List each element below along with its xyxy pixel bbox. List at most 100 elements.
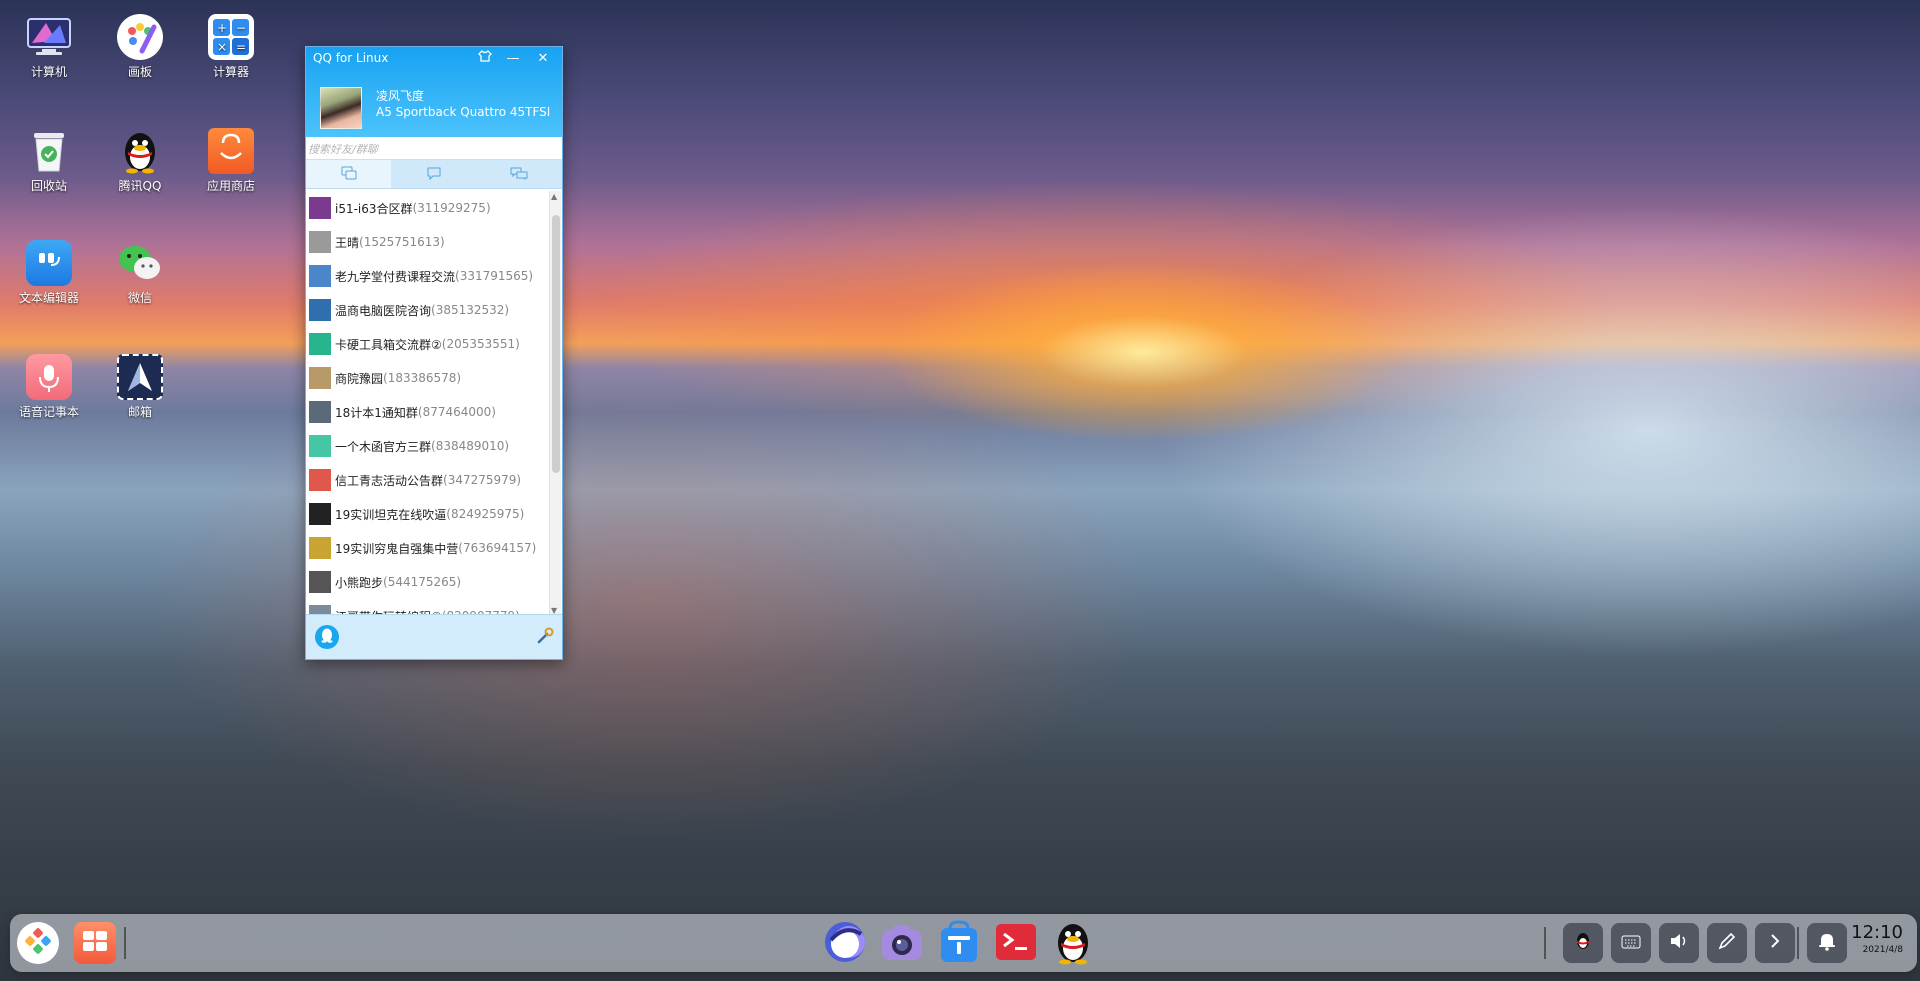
taskbar-app-store[interactable]: [936, 920, 982, 968]
qq-menu-button[interactable]: [315, 625, 339, 649]
group-avatar-icon: [309, 231, 331, 253]
bell-icon: [1818, 931, 1836, 955]
group-list-item[interactable]: i51-i63合区群 (311929275): [306, 191, 550, 225]
qq-penguin-icon: [117, 128, 163, 174]
group-list-item[interactable]: 18计本1通知群 (877464000): [306, 395, 550, 429]
clock[interactable]: 12:10 2021/4/8: [1851, 922, 1903, 956]
desktop-icon-label: 邮箱: [127, 405, 152, 419]
group-avatar-icon: [309, 333, 331, 355]
desktop-icon-label: 回收站: [30, 179, 67, 193]
svg-text:×: ×: [217, 40, 227, 54]
group-list-item[interactable]: 王晴 (1525751613): [306, 225, 550, 259]
group-name: 王晴: [335, 235, 360, 250]
taskbar: 12:10 2021/4/8: [10, 914, 1917, 972]
wrench-icon: [536, 627, 554, 649]
terminal-icon: [994, 922, 1038, 966]
mail-icon: [117, 354, 163, 400]
taskbar-app-qq[interactable]: [1050, 919, 1096, 969]
launcher-icon: [25, 928, 51, 958]
group-avatar-icon: [309, 469, 331, 491]
group-number: (331791565): [455, 269, 534, 283]
search-input[interactable]: 搜索好友/群聊: [306, 137, 562, 160]
pen-icon: [1718, 932, 1736, 954]
group-list-item[interactable]: 卡硬工具箱交流群② (205353551): [306, 327, 550, 361]
group-name: 老九学堂付费课程交流: [335, 269, 456, 284]
svg-text:=: =: [236, 40, 246, 54]
desktop-icon-trash[interactable]: 回收站: [9, 128, 89, 194]
scrollbar[interactable]: ▲ ▼: [549, 191, 561, 616]
wechat-icon: [117, 240, 163, 286]
window-title: QQ for Linux: [313, 51, 389, 65]
group-number: (311929275): [412, 201, 491, 215]
tray-volume[interactable]: [1659, 923, 1699, 963]
desktop-icon-label: 语音记事本: [18, 405, 79, 419]
minimize-icon: —: [506, 51, 520, 66]
qq-window: QQ for Linux — ✕ 凌风飞度 A5 Sportback Quatt…: [305, 46, 563, 660]
group-list-item[interactable]: 商院豫园 (183386578): [306, 361, 550, 395]
group-list-item[interactable]: 19实训坦克在线吹逼 (824925975): [306, 497, 550, 531]
desktop-icon-qq[interactable]: 腾讯QQ: [100, 128, 180, 194]
group-number: (183386578): [383, 371, 462, 385]
group-list-item[interactable]: 老九学堂付费课程交流 (331791565): [306, 259, 550, 293]
close-button[interactable]: ✕: [532, 49, 554, 69]
desktop-icon-mail[interactable]: 邮箱: [100, 354, 180, 420]
avatar[interactable]: [320, 87, 362, 129]
group-number: (544175265): [383, 575, 462, 589]
multitask-view-button[interactable]: [74, 922, 116, 964]
clock-time: 12:10: [1851, 922, 1903, 943]
tray-expand[interactable]: [1755, 923, 1795, 963]
desktop-icon-wechat[interactable]: 微信: [100, 240, 180, 306]
taskbar-app-terminal[interactable]: [993, 921, 1039, 967]
group-number: (824925975): [446, 507, 525, 521]
group-name: 一个木函官方三群: [335, 439, 432, 454]
chat-bubble-icon: [426, 165, 442, 184]
group-avatar-icon: [309, 503, 331, 525]
contacts-icon: [341, 165, 357, 184]
tray-divider: [1544, 927, 1546, 959]
multitask-view-icon: [81, 929, 109, 957]
tray-qq[interactable]: [1563, 923, 1603, 963]
group-list-item[interactable]: 温商电脑医院咨询 (385132532): [306, 293, 550, 327]
nickname[interactable]: 凌风飞度: [376, 87, 424, 104]
desktop-icon-store[interactable]: 应用商店: [191, 128, 271, 194]
desktop-icon-calculator[interactable]: + − × = 计算器: [191, 14, 271, 80]
launcher-button[interactable]: [17, 922, 59, 964]
scroll-up-icon[interactable]: ▲: [551, 192, 557, 201]
group-name: 19实训穷鬼自强集中营: [335, 541, 459, 556]
group-list-item[interactable]: 一个木函官方三群 (838489010): [306, 429, 550, 463]
skin-button[interactable]: [474, 49, 496, 69]
tab-recent[interactable]: [476, 160, 562, 188]
notification-button[interactable]: [1807, 923, 1847, 963]
group-number: (838489010): [431, 439, 510, 453]
group-avatar-icon: [309, 435, 331, 457]
desktop-icon-paint[interactable]: 画板: [100, 14, 180, 80]
settings-button[interactable]: [536, 627, 554, 649]
desktop-icon-label: 计算机: [30, 65, 67, 79]
signature[interactable]: A5 Sportback Quattro 45TFSI !: [376, 105, 556, 119]
desktop-icon-voice-memo[interactable]: 语音记事本: [9, 354, 89, 420]
desktop-icon-computer[interactable]: 计算机: [9, 14, 89, 80]
group-name: 卡硬工具箱交流群②: [335, 337, 442, 352]
app-store-icon: [938, 920, 980, 968]
group-number: (347275979): [443, 473, 522, 487]
monitor-icon: [26, 14, 72, 60]
group-list-item[interactable]: 小熊跑步 (544175265): [306, 565, 550, 599]
taskbar-app-camera[interactable]: [879, 921, 925, 967]
trash-icon: [26, 128, 72, 174]
tab-contacts[interactable]: [306, 160, 392, 188]
minimize-button[interactable]: —: [502, 49, 524, 69]
tray-pen[interactable]: [1707, 923, 1747, 963]
group-list-item[interactable]: 信工青志活动公告群 (347275979): [306, 463, 550, 497]
scrollbar-thumb[interactable]: [552, 215, 560, 473]
group-name: 小熊跑步: [335, 575, 384, 590]
tray-keyboard[interactable]: [1611, 923, 1651, 963]
group-name: 18计本1通知群: [335, 405, 418, 420]
clock-date: 2021/4/8: [1862, 945, 1903, 955]
group-list-item[interactable]: 19实训穷鬼自强集中营 (763694157): [306, 531, 550, 565]
tab-groups[interactable]: [391, 160, 477, 188]
desktop-icon-text-editor[interactable]: 文本编辑器: [9, 240, 89, 306]
taskbar-app-browser[interactable]: [822, 921, 868, 967]
qq-header: QQ for Linux — ✕ 凌风飞度 A5 Sportback Quatt…: [306, 47, 562, 137]
group-number: (385132532): [431, 303, 510, 317]
group-name: 商院豫园: [335, 371, 384, 386]
